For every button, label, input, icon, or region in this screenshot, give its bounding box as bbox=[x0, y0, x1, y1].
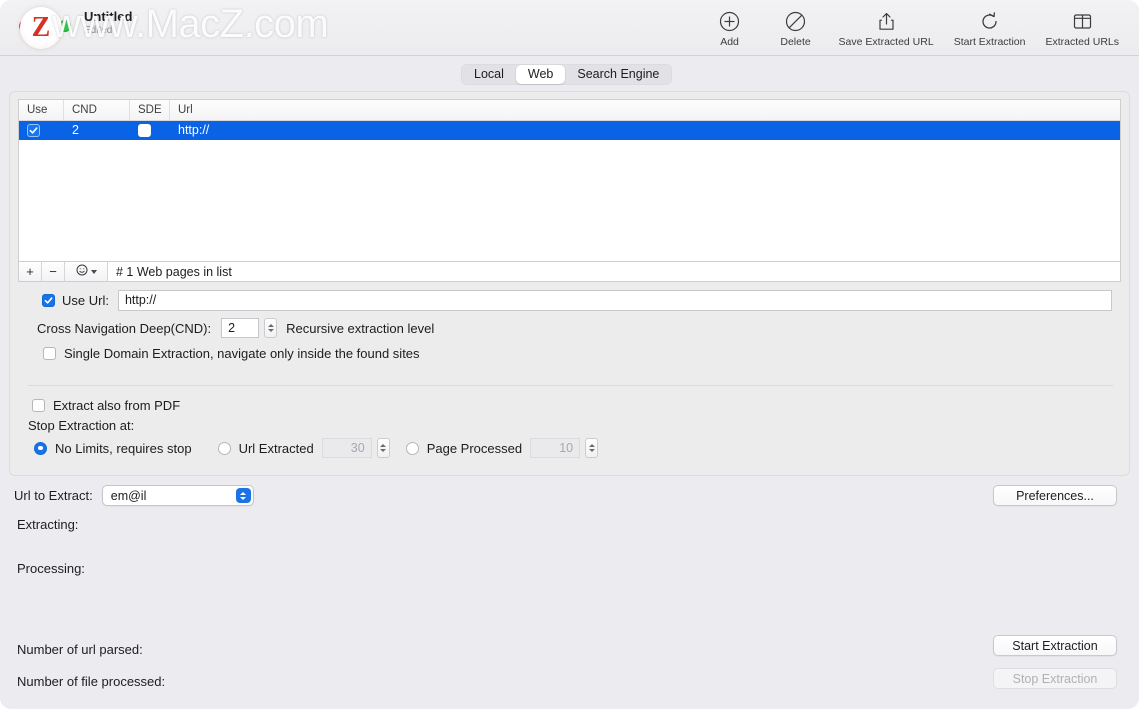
mode-tabs: Local Web Search Engine bbox=[461, 64, 673, 85]
app-window: Untitled Edited Add Delete Save Extracte… bbox=[0, 0, 1139, 709]
url-to-extract-row: Url to Extract: em@il bbox=[14, 485, 254, 506]
column-header-cnd: CND bbox=[64, 99, 130, 121]
toolbar-button-delete[interactable]: Delete bbox=[763, 6, 829, 48]
cnd-input[interactable]: 2 bbox=[221, 318, 260, 338]
toolbar: Add Delete Save Extracted URL Start Extr… bbox=[697, 6, 1129, 48]
tab-web[interactable]: Web bbox=[515, 65, 566, 84]
chevron-updown-icon bbox=[235, 488, 251, 503]
table-row[interactable]: 2 http:// bbox=[19, 121, 1120, 140]
add-row-button[interactable]: + bbox=[19, 262, 42, 281]
row-sde-checkbox[interactable] bbox=[138, 124, 151, 137]
stepper-down-icon bbox=[588, 449, 595, 452]
stepper-down-icon bbox=[267, 329, 274, 332]
radio-page-processed[interactable] bbox=[405, 441, 419, 455]
stepper-up-icon bbox=[380, 444, 387, 447]
list-toolbar: + − # 1 Web pages in list bbox=[18, 261, 1121, 282]
columns-panel-icon bbox=[1072, 8, 1093, 34]
cnd-row: Cross Navigation Deep(CND): 2 Recursive … bbox=[37, 318, 434, 338]
tab-local[interactable]: Local bbox=[462, 65, 516, 84]
toolbar-label-add: Add bbox=[720, 36, 739, 48]
plus-circle-icon bbox=[719, 8, 740, 34]
chevron-down-icon bbox=[240, 496, 247, 500]
panel-divider bbox=[28, 385, 1113, 386]
zoom-button[interactable] bbox=[59, 20, 71, 32]
toolbar-label-delete: Delete bbox=[780, 36, 811, 48]
web-settings-panel: Use CND SDE Url 2 http:// + − # 1 Web pa… bbox=[9, 91, 1130, 476]
tab-search-engine[interactable]: Search Engine bbox=[565, 65, 671, 84]
column-header-url: Url bbox=[178, 103, 193, 116]
stop-extraction-button: Stop Extraction bbox=[993, 668, 1117, 689]
cnd-stepper[interactable] bbox=[264, 318, 278, 338]
radio-url-extracted[interactable] bbox=[217, 441, 231, 455]
row-use-cell[interactable] bbox=[19, 121, 64, 140]
url-to-extract-select[interactable]: em@il bbox=[101, 485, 254, 506]
prohibit-icon bbox=[785, 8, 806, 34]
chevron-down-icon bbox=[90, 269, 97, 274]
extracting-label: Extracting: bbox=[17, 517, 79, 532]
list-status-text: # 1 Web pages in list bbox=[108, 262, 1120, 281]
url-table[interactable]: Use CND SDE Url 2 http:// bbox=[18, 99, 1121, 262]
smiley-options-icon bbox=[76, 264, 88, 279]
file-processed-label: Number of file processed: bbox=[17, 674, 166, 689]
single-domain-label: Single Domain Extraction, navigate only … bbox=[64, 346, 420, 361]
page-processed-stepper[interactable] bbox=[585, 438, 599, 458]
remove-row-button[interactable]: − bbox=[42, 262, 65, 281]
row-cnd-value: 2 bbox=[72, 123, 79, 137]
refresh-icon bbox=[979, 8, 1000, 34]
start-extraction-button[interactable]: Start Extraction bbox=[993, 635, 1117, 656]
toolbar-button-add[interactable]: Add bbox=[697, 6, 763, 48]
radio-no-limits[interactable] bbox=[34, 441, 47, 455]
toolbar-label-start-extraction: Start Extraction bbox=[953, 36, 1026, 48]
use-url-row: Use Url: http:// bbox=[42, 290, 1122, 311]
minimize-button[interactable] bbox=[39, 20, 51, 32]
document-title-group: Untitled Edited bbox=[84, 9, 304, 37]
row-url-value: http:// bbox=[178, 123, 210, 137]
url-to-extract-label: Url to Extract: bbox=[14, 488, 93, 503]
extract-pdf-label: Extract also from PDF bbox=[53, 398, 181, 413]
list-options-button[interactable] bbox=[65, 262, 108, 281]
radio-url-extracted-label: Url Extracted bbox=[238, 440, 314, 456]
toolbar-button-extracted-urls[interactable]: Extracted URLs bbox=[1035, 6, 1129, 48]
share-upload-icon bbox=[876, 8, 897, 34]
row-use-checkbox[interactable] bbox=[27, 124, 40, 137]
close-button[interactable] bbox=[19, 20, 31, 32]
use-url-label: Use Url: bbox=[62, 293, 109, 308]
radio-page-processed-label: Page Processed bbox=[426, 440, 523, 456]
title-bar: Untitled Edited Add Delete Save Extracte… bbox=[0, 0, 1139, 56]
cnd-label: Cross Navigation Deep(CND): bbox=[37, 320, 212, 336]
cnd-hint-label: Recursive extraction level bbox=[286, 320, 435, 336]
single-domain-row: Single Domain Extraction, navigate only … bbox=[43, 346, 420, 361]
url-extracted-stepper[interactable] bbox=[376, 438, 390, 458]
use-url-input[interactable]: http:// bbox=[117, 290, 1112, 311]
toolbar-label-extracted-urls: Extracted URLs bbox=[1045, 36, 1119, 48]
window-subtitle: Edited bbox=[84, 25, 113, 36]
stop-extraction-header: Stop Extraction at: bbox=[28, 418, 134, 433]
preferences-button[interactable]: Preferences... bbox=[993, 485, 1117, 506]
pdf-row: Extract also from PDF bbox=[32, 398, 180, 413]
toolbar-label-save-extracted-url: Save Extracted URL bbox=[838, 36, 934, 48]
column-header-use: Use bbox=[19, 99, 64, 121]
row-sde-cell[interactable] bbox=[130, 121, 170, 140]
chevron-up-icon bbox=[240, 491, 247, 495]
url-extracted-input[interactable]: 30 bbox=[321, 438, 372, 458]
url-parsed-label: Number of url parsed: bbox=[17, 642, 143, 657]
table-header-row: Use CND SDE Url bbox=[19, 99, 1120, 121]
toolbar-button-start-extraction[interactable]: Start Extraction bbox=[944, 6, 1036, 48]
stop-options-row: No Limits, requires stop Url Extracted 3… bbox=[34, 438, 599, 458]
page-processed-input[interactable]: 10 bbox=[530, 438, 581, 458]
window-title: Untitled bbox=[84, 9, 133, 24]
stepper-down-icon bbox=[380, 449, 387, 452]
url-to-extract-value: em@il bbox=[110, 488, 147, 503]
stop-extraction-label: Stop Extraction at: bbox=[28, 418, 135, 433]
extract-pdf-checkbox[interactable] bbox=[32, 399, 45, 412]
stepper-up-icon bbox=[588, 444, 595, 447]
stepper-up-icon bbox=[267, 324, 274, 327]
traffic-lights bbox=[19, 20, 71, 32]
processing-label: Processing: bbox=[17, 561, 85, 576]
toolbar-button-save-extracted-url[interactable]: Save Extracted URL bbox=[829, 6, 944, 48]
column-header-sde: SDE bbox=[130, 99, 170, 121]
single-domain-checkbox[interactable] bbox=[43, 347, 56, 360]
radio-no-limits-label: No Limits, requires stop bbox=[55, 440, 192, 456]
use-url-checkbox[interactable] bbox=[42, 294, 55, 307]
